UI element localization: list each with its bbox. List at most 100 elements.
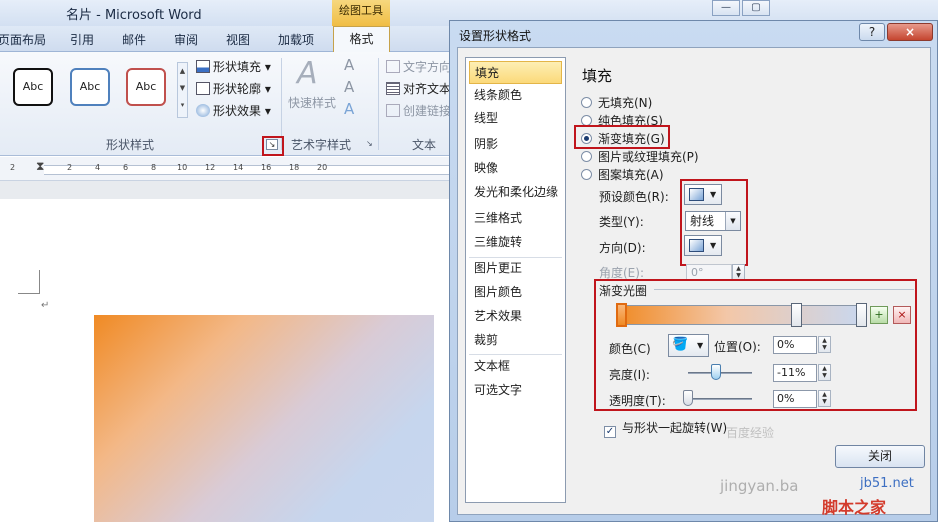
- position-label: 位置(O):: [714, 340, 761, 354]
- format-shape-dialog: 设置形状格式 ? × 填充 线条颜色 线型 阴影 映像 发光和柔化边缘 三维格式…: [449, 20, 938, 522]
- category-picture-corrections[interactable]: 图片更正: [469, 257, 562, 280]
- category-line-style[interactable]: 线型: [469, 107, 562, 130]
- transparency-input[interactable]: 0%: [773, 390, 817, 408]
- tab-add-ins[interactable]: 加载项: [278, 31, 314, 48]
- paragraph-mark: ↵: [41, 300, 50, 311]
- direction-label: 方向(D):: [599, 241, 646, 255]
- ruler-track: [44, 165, 450, 175]
- gradient-stop-3[interactable]: [856, 303, 867, 327]
- tab-page-layout[interactable]: 页面布局: [0, 31, 46, 48]
- align-text-icon: [386, 82, 400, 95]
- transparency-slider-track[interactable]: [688, 398, 752, 400]
- brightness-label: 亮度(I):: [609, 368, 650, 382]
- group-label-wordart-styles: 艺术字样式: [291, 138, 352, 152]
- brightness-slider-thumb[interactable]: [711, 364, 722, 380]
- position-spinner[interactable]: ▲ ▼: [818, 336, 831, 353]
- brightness-input[interactable]: -11%: [773, 364, 817, 382]
- panel-title: 填充: [582, 67, 613, 85]
- checkbox-box: ✓: [604, 426, 616, 438]
- gradient-stop-2[interactable]: [791, 303, 802, 327]
- add-gradient-stop-button[interactable]: +: [870, 306, 888, 324]
- category-alt-text[interactable]: 可选文字: [469, 379, 562, 402]
- tab-review[interactable]: 审阅: [174, 31, 198, 48]
- shape-effects-button[interactable]: 形状效果 ▾: [196, 102, 271, 119]
- text-outline-icon[interactable]: A: [344, 78, 354, 96]
- site-watermark: 脚本之家: [822, 498, 887, 517]
- position-input[interactable]: 0%: [773, 336, 817, 354]
- gradient-stop-1[interactable]: [616, 303, 627, 327]
- shape-outline-button[interactable]: 形状轮廓 ▾: [196, 80, 271, 97]
- category-fill[interactable]: 填充: [469, 61, 562, 84]
- create-link-button[interactable]: 创建链接: [386, 102, 451, 119]
- shape-style-sample-black[interactable]: Abc: [13, 68, 53, 106]
- shape-styles-launcher-icon[interactable]: ↘: [266, 139, 278, 150]
- radio-circle: [581, 169, 592, 180]
- gradient-settings-highlight: [680, 179, 748, 266]
- effects-icon: [196, 104, 210, 117]
- type-label: 类型(Y):: [599, 215, 644, 229]
- baidu-watermark: 百度经验: [726, 426, 775, 440]
- gallery-more-icon[interactable]: ▾: [178, 97, 187, 114]
- gradient-stops-bar[interactable]: [616, 305, 862, 325]
- shape-fill-button[interactable]: 形状填充 ▾: [196, 58, 271, 75]
- style-gallery-scroller[interactable]: ▲ ▼ ▾: [177, 62, 188, 118]
- text-fill-icon[interactable]: A: [344, 56, 354, 74]
- wordart-launcher-icon[interactable]: ↘: [366, 139, 373, 148]
- horizontal-ruler[interactable]: 2 ⧗ 2 4 6 8 10 12 14 16 18 20: [0, 157, 450, 181]
- dialog-close-button[interactable]: ×: [887, 23, 933, 41]
- align-text-button[interactable]: 对齐文本: [386, 80, 451, 97]
- category-glow-soft-edges[interactable]: 发光和柔化边缘: [469, 181, 562, 204]
- help-button[interactable]: ?: [859, 23, 885, 41]
- wordart-large-icon[interactable]: A: [297, 56, 318, 91]
- category-picture-color[interactable]: 图片颜色: [469, 281, 562, 304]
- category-artistic-effects[interactable]: 艺术效果: [469, 305, 562, 328]
- category-3d-rotation[interactable]: 三维旋转: [469, 231, 562, 254]
- shape-style-sample-blue[interactable]: Abc: [70, 68, 110, 106]
- color-label: 颜色(C): [609, 342, 651, 356]
- stop-color-dropdown[interactable]: 🪣 ▼: [668, 334, 709, 357]
- document-title: 名片 - Microsoft Word: [66, 8, 202, 23]
- tab-view[interactable]: 视图: [226, 31, 250, 48]
- jingyan-watermark: jingyan.ba: [720, 477, 799, 495]
- text-direction-icon: [386, 60, 400, 73]
- jb51-watermark: jb51.net: [860, 476, 914, 491]
- preset-colors-label: 预设颜色(R):: [599, 190, 669, 204]
- restore-button[interactable]: ▢: [742, 0, 770, 16]
- link-icon: [386, 104, 400, 117]
- category-text-box[interactable]: 文本框: [469, 355, 562, 378]
- text-effects-icon[interactable]: A: [344, 100, 354, 118]
- category-crop[interactable]: 裁剪: [469, 329, 562, 352]
- tab-mailings[interactable]: 邮件: [122, 31, 146, 48]
- category-shadow[interactable]: 阴影: [469, 133, 562, 156]
- tab-format[interactable]: 格式: [333, 26, 390, 53]
- radio-no-fill[interactable]: 无填充(N): [581, 94, 652, 111]
- dialog-title: 设置形状格式: [459, 29, 532, 43]
- dialog-content: 填充 线条颜色 线型 阴影 映像 发光和柔化边缘 三维格式 三维旋转 图片更正 …: [457, 47, 931, 515]
- transparency-spinner[interactable]: ▲ ▼: [818, 390, 831, 407]
- radio-picture-texture-fill[interactable]: 图片或纹理填充(P): [581, 148, 699, 165]
- page-gap: [0, 181, 450, 199]
- tab-references[interactable]: 引用: [70, 31, 94, 48]
- paint-bucket-icon: 🪣: [672, 337, 689, 352]
- category-line-color[interactable]: 线条颜色: [469, 84, 562, 107]
- category-list: 填充 线条颜色 线型 阴影 映像 发光和柔化边缘 三维格式 三维旋转 图片更正 …: [465, 57, 566, 503]
- minimize-button[interactable]: —: [712, 0, 740, 16]
- indent-marker-icon[interactable]: ⧗: [36, 159, 44, 174]
- quick-styles-button[interactable]: 快速样式: [288, 94, 336, 111]
- gallery-up-icon[interactable]: ▲: [178, 63, 187, 80]
- category-3d-format[interactable]: 三维格式: [469, 207, 562, 230]
- rotate-with-shape-checkbox[interactable]: ✓ 与形状一起旋转(W): [604, 419, 727, 438]
- remove-gradient-stop-button[interactable]: ×: [893, 306, 911, 324]
- gradient-rectangle-shape[interactable]: [94, 315, 434, 522]
- text-direction-button[interactable]: 文字方向: [386, 58, 451, 75]
- radio-circle: [581, 97, 592, 108]
- transparency-label: 透明度(T):: [609, 394, 666, 408]
- shape-style-sample-red[interactable]: Abc: [126, 68, 166, 106]
- category-reflection[interactable]: 映像: [469, 157, 562, 180]
- radio-pattern-fill[interactable]: 图案填充(A): [581, 166, 664, 183]
- gallery-down-icon[interactable]: ▼: [178, 80, 187, 97]
- close-button[interactable]: 关闭: [835, 445, 925, 468]
- transparency-slider-thumb[interactable]: [683, 390, 693, 406]
- group-label-shape-styles: 形状样式: [106, 138, 155, 152]
- brightness-spinner[interactable]: ▲ ▼: [818, 364, 831, 381]
